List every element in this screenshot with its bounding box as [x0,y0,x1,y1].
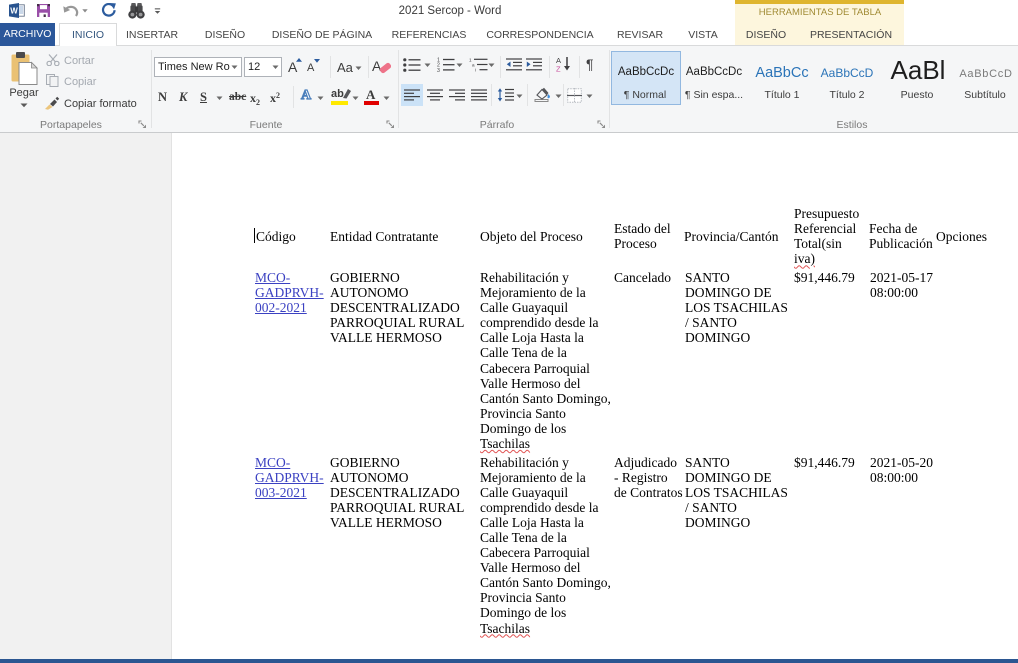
svg-text:3: 3 [437,68,440,72]
svg-text:A: A [372,58,382,74]
svg-text:Z: Z [556,65,561,73]
svg-text:W: W [10,7,18,16]
svg-text:i: i [475,68,476,72]
